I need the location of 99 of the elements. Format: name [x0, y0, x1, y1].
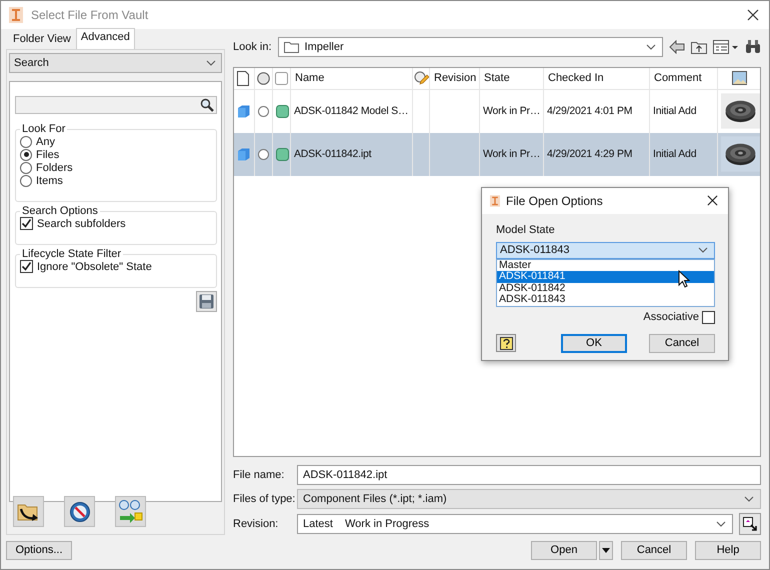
transfer-button[interactable]	[115, 496, 146, 527]
prohibited-icon	[68, 500, 90, 522]
model-state-label: Model State	[496, 224, 556, 236]
radio-icon	[258, 106, 269, 117]
state-text: Work in Pr…	[483, 148, 540, 160]
associative-label: Associative	[643, 311, 699, 324]
tab[interactable]: Folder View	[8, 30, 76, 49]
view-select[interactable]: Search	[9, 53, 222, 73]
checked-in-date: 4/29/2021 4:29 PM	[547, 148, 632, 160]
file-name: ADSK-011842.ipt	[294, 148, 372, 160]
option-label: Any	[36, 136, 55, 148]
chevron-icon	[744, 496, 754, 502]
file-name-label: File name:	[233, 469, 286, 481]
column-header[interactable]: State	[480, 68, 544, 89]
tab[interactable]: Advanced	[76, 28, 135, 49]
option-label: Files	[36, 148, 60, 160]
status-square-icon	[276, 148, 289, 161]
checkbox[interactable]	[20, 260, 33, 273]
help-button[interactable]	[496, 334, 516, 352]
image-icon	[732, 71, 746, 86]
model-state-dropdown[interactable]: ADSK-011843	[496, 242, 715, 259]
open-button[interactable]: Open	[531, 540, 597, 560]
comment-text: Initial Add	[653, 148, 696, 160]
view-menu-icon[interactable]	[713, 40, 739, 54]
column-header[interactable]	[255, 68, 273, 89]
cube-icon	[237, 104, 250, 118]
revision-picker-button[interactable]	[739, 513, 761, 535]
caret-icon	[602, 548, 610, 552]
dropdown-option[interactable]: ADSK-011843	[497, 294, 714, 306]
dropdown-option[interactable]: ADSK-011841	[497, 271, 714, 283]
ok-button[interactable]: OK	[561, 334, 627, 353]
search-icon	[200, 98, 214, 112]
column-header[interactable]: Name	[291, 68, 413, 89]
files-of-type-dropdown[interactable]: Component Files (*.ipt; *.iam)	[297, 489, 761, 509]
gauges-arrow-icon	[118, 500, 144, 524]
help-icon	[500, 336, 512, 350]
close-icon[interactable]	[707, 195, 718, 206]
search-field[interactable]	[15, 96, 217, 114]
options-button[interactable]: Options...	[6, 540, 72, 560]
dropdown-option[interactable]: ADSK-011842	[497, 282, 714, 294]
open-menu-button[interactable]	[599, 540, 613, 560]
back-arrow-icon[interactable]	[669, 40, 685, 54]
column-header[interactable]	[234, 68, 255, 89]
save-button[interactable]	[196, 291, 217, 312]
associative-checkbox[interactable]	[702, 310, 715, 324]
look-in-label: Look in:	[233, 40, 272, 53]
pencil-icon	[414, 70, 429, 86]
status-square-icon	[276, 104, 289, 118]
chevron-icon	[646, 44, 656, 50]
revision-label: Revision:	[233, 518, 280, 530]
folder-arrow-button[interactable]	[13, 496, 44, 527]
radio-button[interactable]	[20, 136, 32, 148]
window-title: Select File From Vault	[31, 8, 150, 22]
radio-button[interactable]	[20, 162, 32, 174]
binoculars-icon[interactable]	[745, 39, 761, 54]
radio-button[interactable]	[20, 174, 32, 186]
checkbox-label: Ignore "Obsolete" State	[37, 260, 152, 272]
radio-button[interactable]	[20, 148, 32, 160]
circle-icon	[257, 72, 270, 85]
radio-icon	[258, 148, 269, 160]
group-title: Look For	[21, 123, 66, 135]
file-name-field[interactable]: ADSK-011842.ipt	[297, 465, 761, 485]
column-header[interactable]: Comment	[650, 68, 718, 89]
app-logo-icon	[490, 194, 500, 207]
group-title: Search Options	[21, 205, 99, 217]
square-icon	[275, 72, 288, 85]
mouse-pointer-icon	[678, 270, 690, 288]
chevron-icon	[698, 247, 708, 254]
checked-in-date: 4/29/2021 4:01 PM	[547, 105, 632, 118]
state-text: Work in Pr…	[483, 105, 540, 118]
close-icon[interactable]	[747, 9, 759, 21]
group-title: Lifecycle State Filter	[21, 248, 122, 260]
checkbox-label: Search subfolders	[37, 218, 126, 230]
chevron-icon	[716, 521, 726, 527]
cancel-button[interactable]: Cancel	[621, 540, 687, 560]
checkbox[interactable]	[20, 217, 33, 230]
document-icon	[237, 70, 249, 86]
file-name: ADSK-011842 Model S…	[294, 105, 408, 118]
folder-icon	[284, 40, 299, 53]
revision-dropdown[interactable]: Latest Work in Progress	[297, 514, 733, 534]
folder-up-icon[interactable]	[691, 40, 707, 54]
dropdown-option[interactable]: Master	[497, 260, 714, 272]
cube-icon	[237, 148, 250, 161]
file-row[interactable]: ADSK-011842.ipt Work in Pr… 4/29/2021 4:29 PM Initial Add	[234, 132, 760, 176]
option-label: Folders	[36, 162, 73, 174]
column-header[interactable]	[413, 68, 430, 89]
cancel-button[interactable]: Cancel	[649, 334, 715, 353]
chevron-icon	[206, 60, 216, 66]
box-arrow-icon	[742, 516, 758, 532]
column-header[interactable]: Checked In	[544, 68, 650, 89]
help-button[interactable]: Help	[695, 540, 761, 560]
no-entry-button[interactable]	[64, 496, 95, 527]
files-of-type-label: Files of type:	[233, 493, 296, 505]
app-logo-icon	[9, 7, 23, 23]
look-in-dropdown[interactable]: Impeller	[278, 36, 663, 57]
column-header[interactable]: Revision	[430, 68, 480, 89]
dialog-title: File Open Options	[506, 194, 604, 208]
option-label: Items	[36, 174, 63, 186]
comment-text: Initial Add	[653, 105, 696, 118]
